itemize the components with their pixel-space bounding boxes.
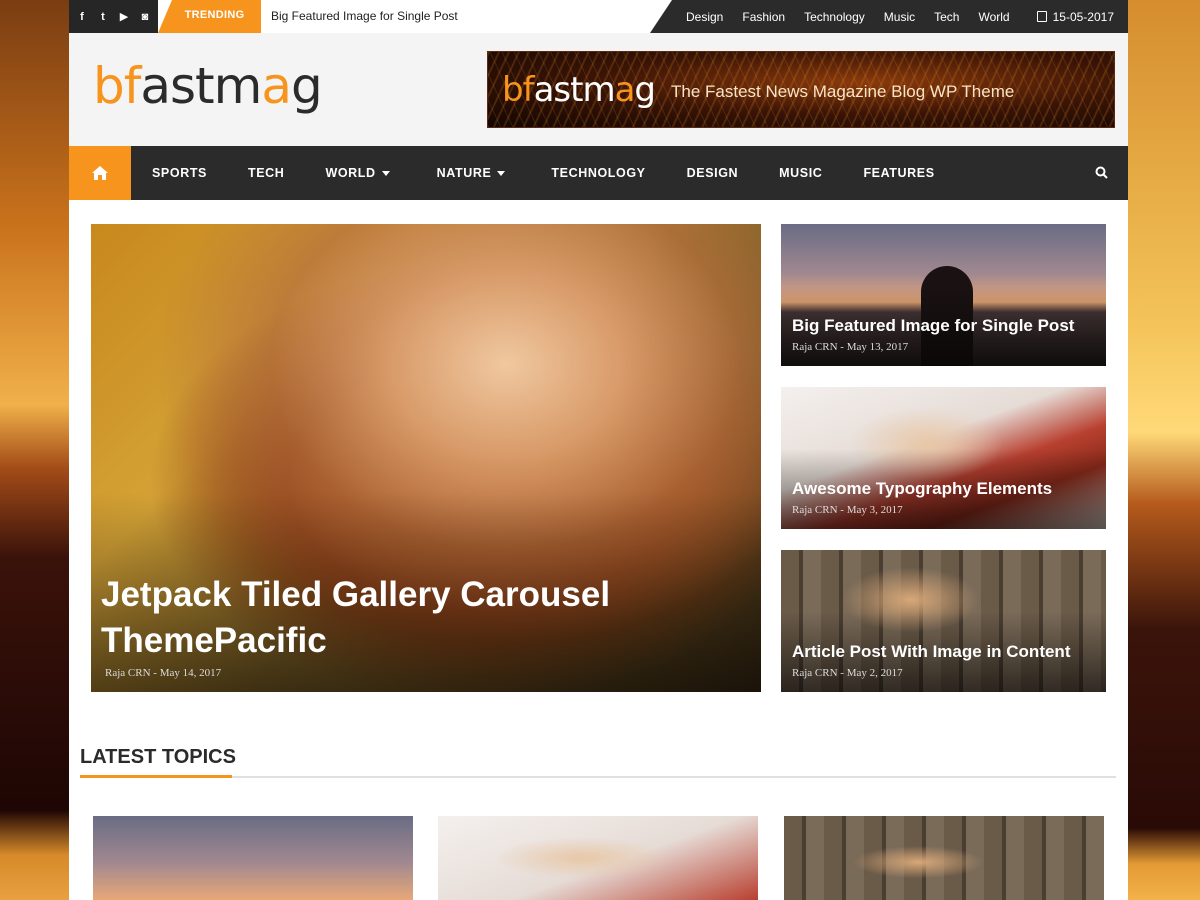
twitter-icon[interactable]: t <box>97 11 109 23</box>
post-date: May 13, 2017 <box>846 341 909 353</box>
nav-tech[interactable]: TECH <box>248 166 284 180</box>
trending-headline-link[interactable]: Big Featured Image for Single Post <box>271 9 458 23</box>
post-author[interactable]: Raja CRN <box>105 667 151 679</box>
trending-label: TRENDING <box>158 0 261 33</box>
top-nav-fashion[interactable]: Fashion <box>742 10 785 24</box>
top-nav-world[interactable]: World <box>978 10 1009 24</box>
nav-technology[interactable]: TECHNOLOGY <box>551 166 645 180</box>
search-button[interactable] <box>1095 166 1108 184</box>
post-date: May 3, 2017 <box>846 504 903 516</box>
latest-post-thumbnail[interactable] <box>93 816 413 900</box>
site-header: bfastmag bfastmag The Fastest News Magaz… <box>69 33 1128 146</box>
banner-tagline: The Fastest News Magazine Blog WP Theme <box>671 81 1015 101</box>
nav-world[interactable]: WORLD <box>325 166 390 180</box>
background-sunset-left <box>0 0 69 900</box>
youtube-icon[interactable]: ▶ <box>118 11 130 23</box>
instagram-icon[interactable]: ◙ <box>139 11 151 23</box>
top-nav-design[interactable]: Design <box>686 10 723 24</box>
top-nav-music[interactable]: Music <box>884 10 915 24</box>
side-post-title[interactable]: Article Post With Image in Content <box>792 642 1070 662</box>
banner-logo: bfastmag <box>502 69 656 110</box>
post-date: May 14, 2017 <box>159 667 222 679</box>
nav-nature[interactable]: NATURE <box>437 166 506 180</box>
side-post-meta: Raja CRN - May 13, 2017 <box>792 341 909 353</box>
current-date: 15-05-2017 <box>1036 9 1114 24</box>
home-icon <box>92 166 108 180</box>
side-post-meta: Raja CRN - May 3, 2017 <box>792 504 903 516</box>
chevron-down-icon <box>497 170 506 176</box>
nav-sports[interactable]: SPORTS <box>152 166 207 180</box>
main-nav: SPORTS TECH WORLD NATURE TECHNOLOGY DESI… <box>69 146 1128 200</box>
top-bar: f t ▶ ◙ TRENDING Big Featured Image for … <box>69 0 1128 33</box>
featured-main-post[interactable]: Jetpack Tiled Gallery Carousel ThemePaci… <box>91 224 761 692</box>
section-divider <box>80 776 1116 778</box>
latest-post-thumbnail[interactable] <box>784 816 1104 900</box>
featured-main-title[interactable]: Jetpack Tiled Gallery Carousel ThemePaci… <box>101 572 661 664</box>
nav-music[interactable]: MUSIC <box>779 166 822 180</box>
side-post-title[interactable]: Big Featured Image for Single Post <box>792 316 1074 336</box>
top-nav: Design Fashion Technology Music Tech Wor… <box>650 0 1128 33</box>
side-post-title[interactable]: Awesome Typography Elements <box>792 479 1052 499</box>
latest-topics-heading: LATEST TOPICS <box>80 746 236 768</box>
page-container: f t ▶ ◙ TRENDING Big Featured Image for … <box>69 0 1128 900</box>
post-date: May 2, 2017 <box>846 667 903 679</box>
post-author[interactable]: Raja CRN <box>792 341 838 353</box>
featured-side-post[interactable]: Article Post With Image in Content Raja … <box>781 550 1106 692</box>
date-text: 15-05-2017 <box>1052 9 1114 24</box>
side-post-meta: Raja CRN - May 2, 2017 <box>792 667 903 679</box>
latest-post-thumbnail[interactable] <box>438 816 758 900</box>
chevron-down-icon <box>381 170 390 176</box>
site-logo[interactable]: bfastmag <box>93 61 323 111</box>
nav-features[interactable]: FEATURES <box>863 166 934 180</box>
featured-main-meta: Raja CRN - May 14, 2017 <box>105 667 222 679</box>
facebook-icon[interactable]: f <box>76 11 88 23</box>
search-icon <box>1095 166 1108 179</box>
top-nav-technology[interactable]: Technology <box>804 10 865 24</box>
background-sunset-right <box>1128 0 1200 900</box>
section-divider-accent <box>80 775 232 778</box>
nav-design[interactable]: DESIGN <box>687 166 739 180</box>
social-links: f t ▶ ◙ <box>69 0 158 33</box>
post-author[interactable]: Raja CRN <box>792 667 838 679</box>
featured-side-post[interactable]: Big Featured Image for Single Post Raja … <box>781 224 1106 366</box>
featured-side-post[interactable]: Awesome Typography Elements Raja CRN - M… <box>781 387 1106 529</box>
calendar-icon <box>1036 11 1047 22</box>
header-ad-banner[interactable]: bfastmag The Fastest News Magazine Blog … <box>487 51 1115 128</box>
top-nav-tech[interactable]: Tech <box>934 10 959 24</box>
post-author[interactable]: Raja CRN <box>792 504 838 516</box>
home-button[interactable] <box>69 146 131 200</box>
